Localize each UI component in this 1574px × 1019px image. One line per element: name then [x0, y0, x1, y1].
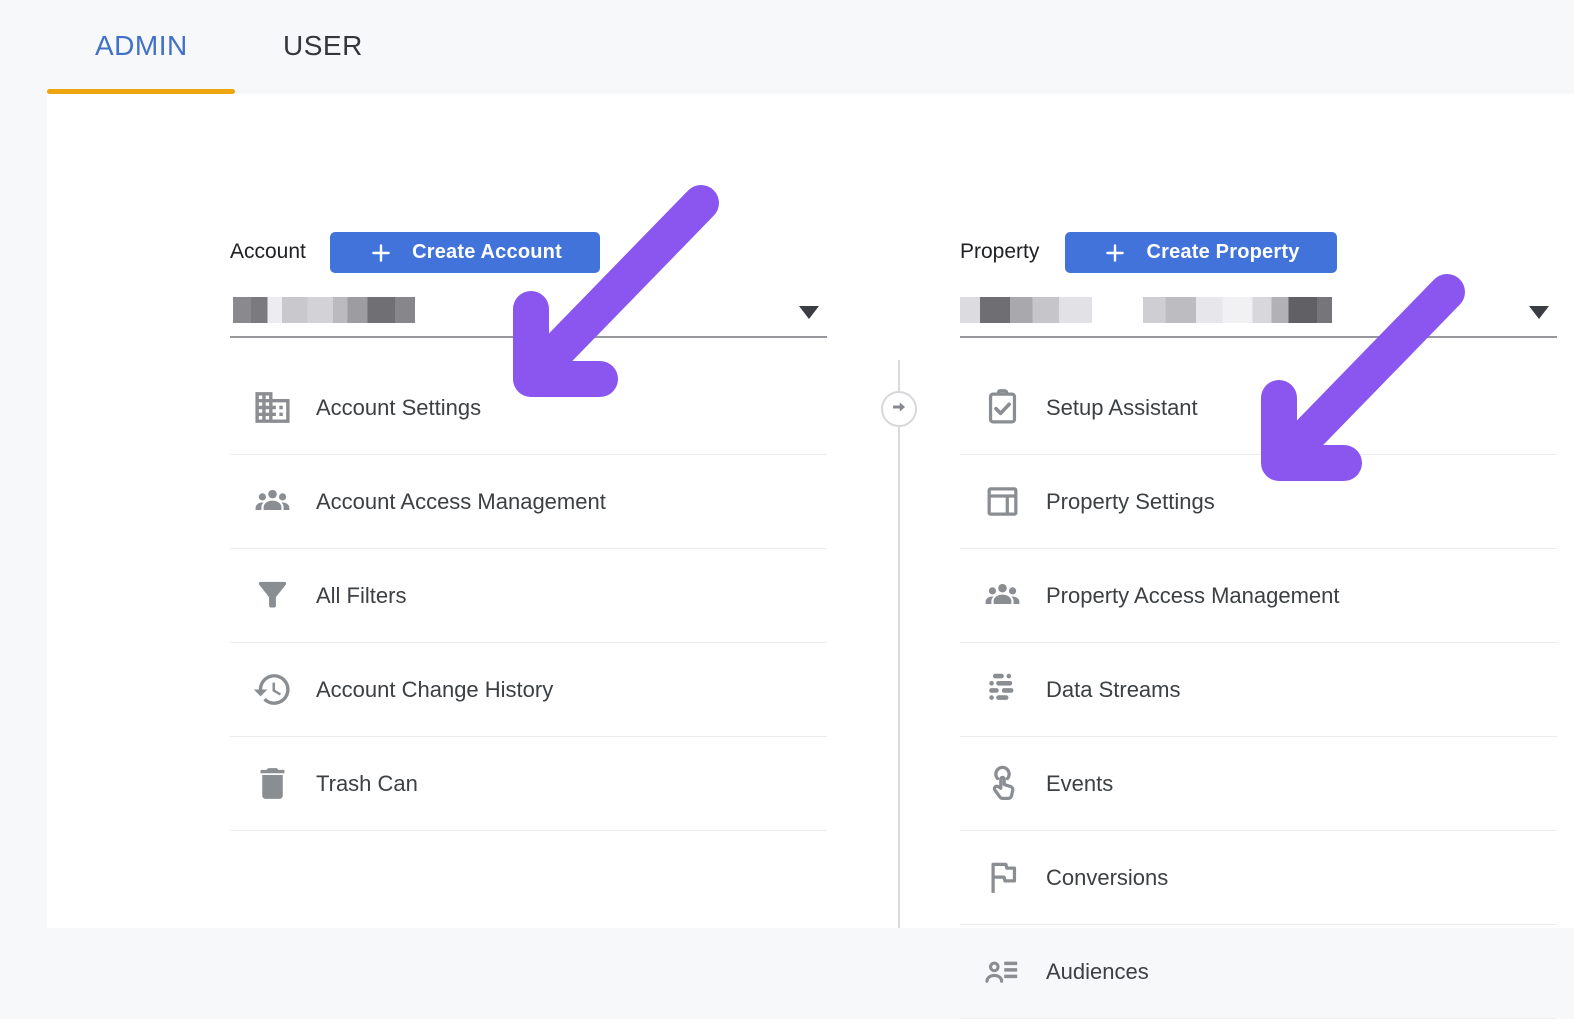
menu-item-setup-assistant[interactable]: Setup Assistant: [960, 361, 1557, 455]
menu-item-trash-can[interactable]: Trash Can: [230, 737, 827, 831]
selector-underline: [230, 336, 827, 338]
menu-item-label: Account Change History: [316, 676, 554, 702]
jump-to-property-button[interactable]: [881, 391, 917, 427]
menu-item-label: Audiences: [1046, 958, 1149, 984]
layout-icon: [982, 481, 1023, 522]
trash-icon: [252, 763, 293, 804]
menu-item-label: Property Settings: [1046, 488, 1215, 514]
account-selector[interactable]: [230, 290, 827, 338]
plus-icon: [368, 240, 394, 266]
menu-item-audiences[interactable]: Audiences: [960, 925, 1557, 1019]
create-property-label: Create Property: [1146, 241, 1300, 263]
menu-item-property-access-management[interactable]: Property Access Management: [960, 549, 1557, 643]
create-account-label: Create Account: [412, 241, 562, 263]
admin-content-panel: Account Create Account Property Create P…: [47, 94, 1574, 1019]
tab-admin[interactable]: ADMIN: [95, 30, 188, 62]
menu-item-account-settings[interactable]: Account Settings: [230, 361, 827, 455]
menu-item-data-streams[interactable]: Data Streams: [960, 643, 1557, 737]
property-selector[interactable]: [960, 290, 1557, 338]
flag-icon: [982, 857, 1023, 898]
menu-item-label: Data Streams: [1046, 676, 1181, 702]
menu-item-label: All Filters: [316, 582, 407, 608]
menu-item-account-access-management[interactable]: Account Access Management: [230, 455, 827, 549]
property-name-redacted: [960, 297, 1092, 323]
property-column-label: Property: [960, 240, 1040, 263]
arrow-right-circle-icon: [888, 396, 910, 423]
history-icon: [252, 669, 293, 710]
menu-item-property-settings[interactable]: Property Settings: [960, 455, 1557, 549]
create-account-button[interactable]: Create Account: [330, 232, 600, 273]
chevron-down-icon: [1529, 306, 1549, 319]
plus-icon: [1102, 240, 1128, 266]
menu-item-label: Account Access Management: [316, 488, 606, 514]
property-menu: Setup Assistant Property Settings Property…: [960, 361, 1557, 1019]
account-name-redacted: [233, 297, 415, 323]
selector-underline: [960, 336, 1557, 338]
property-name-redacted: [1143, 297, 1332, 323]
audience-icon: [982, 951, 1023, 992]
column-divider: [898, 360, 900, 928]
clipboard-check-icon: [982, 387, 1023, 428]
account-column-label: Account: [230, 240, 306, 263]
account-menu: Account Settings Account Access Managemen…: [230, 361, 827, 831]
menu-item-label: Setup Assistant: [1046, 394, 1198, 420]
menu-item-account-change-history[interactable]: Account Change History: [230, 643, 827, 737]
menu-item-label: Trash Can: [316, 770, 418, 796]
menu-item-label: Events: [1046, 770, 1114, 796]
menu-item-label: Property Access Management: [1046, 582, 1340, 608]
admin-tabbar: ADMIN USER: [0, 0, 1574, 94]
filter-icon: [252, 575, 293, 616]
menu-item-conversions[interactable]: Conversions: [960, 831, 1557, 925]
tab-user[interactable]: USER: [283, 30, 363, 62]
building-icon: [252, 387, 293, 428]
chevron-down-icon: [799, 306, 819, 319]
people-group-icon: [982, 575, 1023, 616]
menu-item-events[interactable]: Events: [960, 737, 1557, 831]
menu-item-label: Account Settings: [316, 394, 482, 420]
touch-icon: [982, 763, 1023, 804]
people-group-icon: [252, 481, 293, 522]
ga-admin-page: { "tabs": { "admin": "ADMIN", "user": "U…: [0, 0, 1574, 1019]
create-property-button[interactable]: Create Property: [1065, 232, 1337, 273]
menu-item-all-filters[interactable]: All Filters: [230, 549, 827, 643]
data-streams-icon: [982, 669, 1023, 710]
menu-item-label: Conversions: [1046, 864, 1169, 890]
